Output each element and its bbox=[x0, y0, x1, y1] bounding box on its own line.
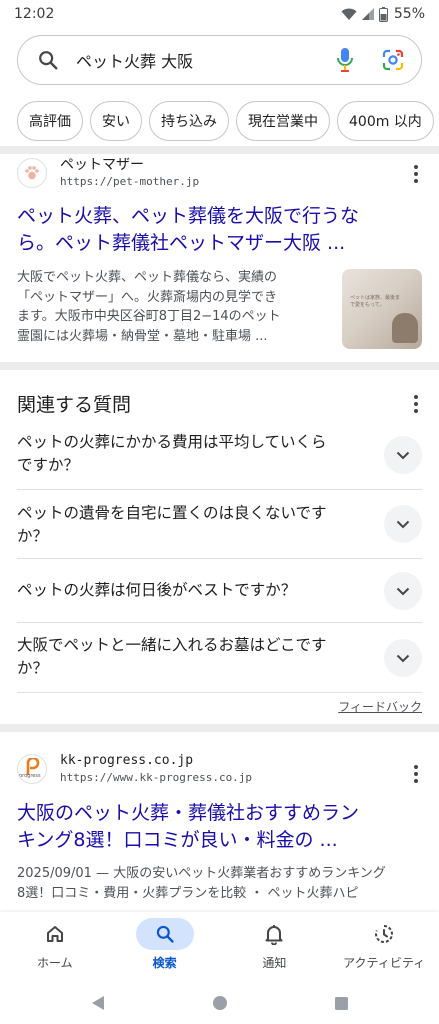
chevron-down-icon[interactable] bbox=[384, 436, 422, 474]
result2-title-line1[interactable]: 大阪のペット火葬・葬儀社おすすめラン bbox=[17, 800, 422, 827]
result2-site[interactable]: progress kk-progress.co.jp https://www.k… bbox=[17, 752, 252, 786]
bottom-nav: ホーム 検索 通知 アクティビティ bbox=[0, 912, 439, 982]
home-button-icon[interactable] bbox=[212, 995, 228, 1011]
result1-title-line1[interactable]: ペット火葬、ペット葬儀を大阪で行うな bbox=[17, 203, 422, 230]
status-icons bbox=[341, 6, 388, 22]
nav-home[interactable]: ホーム bbox=[0, 912, 110, 982]
filter-chips: 高評価 安い 持ち込み 現在営業中 400m 以内 bbox=[17, 101, 434, 141]
result1-url: https://pet-mother.jp bbox=[60, 175, 200, 188]
result1-snippet: 大阪でペット火葬、ペット葬儀なら、実績の 「ペットマザー」へ。火葬斎場内の見学で… bbox=[17, 270, 281, 344]
recents-icon[interactable] bbox=[334, 996, 349, 1011]
status-right: 55% bbox=[341, 6, 425, 22]
chip-open-now[interactable]: 現在営業中 bbox=[236, 101, 330, 141]
chip-cheap[interactable]: 安い bbox=[90, 101, 142, 141]
chip-within-400m[interactable]: 400m 以内 bbox=[337, 101, 434, 141]
paa-question-1[interactable]: ペットの火葬にかかる費用は平均していくら ですか？ bbox=[17, 420, 422, 490]
chevron-down-icon[interactable] bbox=[384, 639, 422, 677]
bell-icon bbox=[245, 918, 303, 950]
back-icon[interactable] bbox=[90, 995, 106, 1011]
lens-icon[interactable] bbox=[379, 46, 407, 74]
paa-question-4[interactable]: 大阪でペットと一緒に入れるお墓はどこです か？ bbox=[17, 623, 422, 693]
result2-title-line2[interactable]: キング8選！口コミが良い・料金の ... bbox=[17, 827, 422, 854]
result1-thumbnail[interactable]: ペットは家族、最後まで愛をもって。 bbox=[342, 269, 422, 349]
battery-icon bbox=[378, 6, 388, 22]
paw-icon bbox=[17, 158, 47, 188]
chip-high-rating[interactable]: 高評価 bbox=[17, 101, 83, 141]
nav-search[interactable]: 検索 bbox=[110, 912, 220, 982]
search-bar[interactable]: ペット火葬 大阪 bbox=[17, 35, 422, 85]
status-bar: 12:02 55% bbox=[0, 0, 439, 28]
search-query[interactable]: ペット火葬 大阪 bbox=[76, 48, 331, 72]
system-nav bbox=[0, 982, 439, 1024]
feedback-link[interactable]: フィードバック bbox=[338, 698, 422, 715]
result2-url: https://www.kk-progress.co.jp bbox=[60, 771, 253, 784]
chevron-down-icon[interactable] bbox=[384, 505, 422, 543]
home-icon bbox=[26, 918, 84, 950]
nav-notifications[interactable]: 通知 bbox=[220, 912, 330, 982]
chevron-down-icon[interactable] bbox=[384, 572, 422, 610]
chip-bring-in[interactable]: 持ち込み bbox=[149, 101, 229, 141]
result1-title-line2[interactable]: ら。ペット葬儀社ペットマザー大阪 ... bbox=[17, 230, 422, 257]
search-icon bbox=[135, 918, 194, 950]
result1-more-icon[interactable] bbox=[413, 165, 419, 183]
paa-title: 関連する質問 bbox=[17, 394, 132, 416]
pet-image bbox=[392, 313, 418, 343]
search-icon bbox=[34, 46, 62, 74]
divider bbox=[0, 724, 439, 732]
result1-site[interactable]: ペットマザー https://pet-mother.jp bbox=[17, 156, 199, 190]
result2-snippet: 2025/09/01 — 大阪の安いペット火葬業者おすすめランキング 8選！口コ… bbox=[17, 866, 386, 901]
signal-icon bbox=[361, 8, 374, 20]
activity-icon bbox=[355, 918, 413, 950]
mic-icon[interactable] bbox=[331, 46, 359, 74]
divider bbox=[0, 362, 439, 370]
result2-title[interactable]: 大阪のペット火葬・葬儀社おすすめラン キング8選！口コミが良い・料金の ... bbox=[17, 800, 422, 854]
progress-logo-icon: progress bbox=[17, 754, 47, 784]
result2-more-icon[interactable] bbox=[413, 765, 419, 783]
divider bbox=[0, 146, 439, 154]
paa-question-3[interactable]: ペットの火葬は何日後がベストですか？ bbox=[17, 559, 422, 623]
status-time: 12:02 bbox=[14, 6, 55, 22]
nav-activity[interactable]: アクティビティ bbox=[329, 912, 439, 982]
paa-more-icon[interactable] bbox=[413, 395, 419, 413]
result1-site-name: ペットマザー bbox=[60, 157, 144, 173]
result1-title[interactable]: ペット火葬、ペット葬儀を大阪で行うな ら。ペット葬儀社ペットマザー大阪 ... bbox=[17, 203, 422, 257]
battery-level: 55% bbox=[393, 6, 425, 22]
paa-question-2[interactable]: ペットの遺骨を自宅に置くのは良くないです か？ bbox=[17, 490, 422, 559]
wifi-icon bbox=[341, 8, 357, 20]
result2-site-name: kk-progress.co.jp bbox=[60, 753, 194, 768]
